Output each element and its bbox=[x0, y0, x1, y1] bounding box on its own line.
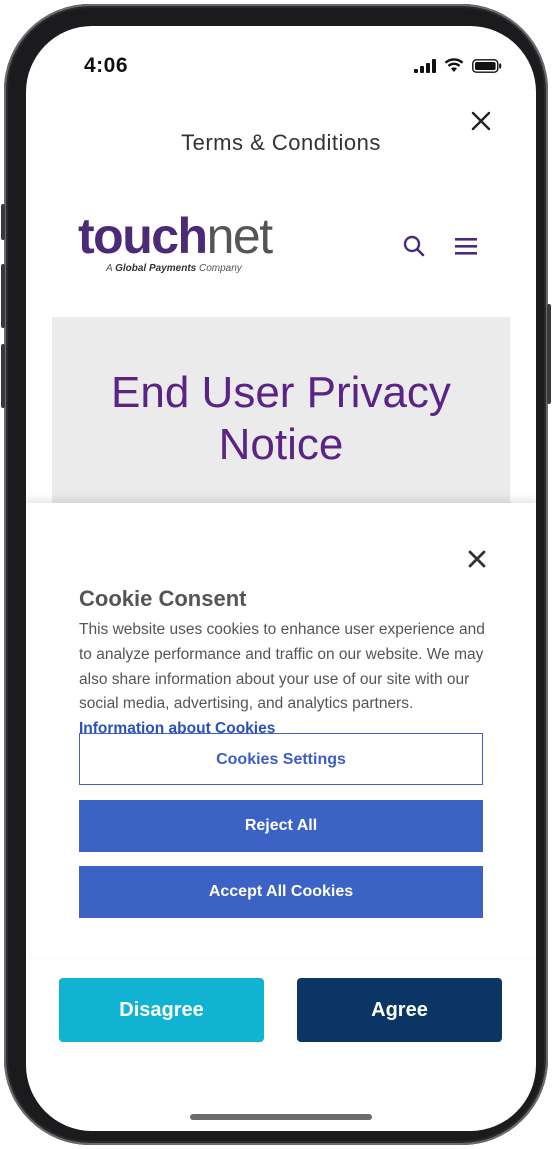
volume-button bbox=[1, 344, 5, 408]
home-indicator[interactable] bbox=[190, 1114, 372, 1120]
logo-tagline: A Global Payments Company bbox=[106, 263, 272, 274]
disagree-button[interactable]: Disagree bbox=[59, 978, 264, 1042]
screen: 4:06 Terms & Conditions touchnet A Globa… bbox=[26, 26, 536, 1131]
close-icon[interactable] bbox=[466, 548, 488, 570]
signal-icon bbox=[414, 58, 436, 73]
volume-button bbox=[1, 264, 5, 328]
hero-title-line: Notice bbox=[218, 420, 344, 469]
logo-tagline-prefix: A bbox=[106, 263, 116, 274]
reject-all-button[interactable]: Reject All bbox=[79, 800, 483, 852]
cookie-title: Cookie Consent bbox=[79, 586, 247, 611]
cookies-settings-button[interactable]: Cookies Settings bbox=[79, 733, 483, 785]
cookie-description: This website uses cookies to enhance use… bbox=[79, 618, 489, 742]
status-icons bbox=[414, 58, 502, 73]
accept-all-cookies-button[interactable]: Accept All Cookies bbox=[79, 866, 483, 918]
logo-accent: net bbox=[206, 208, 274, 264]
hero-title-line: End User Privacy bbox=[111, 368, 451, 417]
hero-banner: End User Privacy Notice bbox=[52, 317, 510, 503]
agree-button[interactable]: Agree bbox=[297, 978, 502, 1042]
logo-tagline-suffix: Company bbox=[196, 263, 242, 274]
search-icon[interactable] bbox=[402, 234, 426, 258]
cookie-consent-banner: Cookie Consent This website uses cookies… bbox=[26, 503, 536, 957]
phone-frame: 4:06 Terms & Conditions touchnet A Globa… bbox=[1, 4, 551, 1145]
logo-wordmark: touchnet bbox=[78, 208, 274, 264]
power-button bbox=[547, 304, 551, 404]
battery-icon bbox=[472, 58, 502, 73]
logo-main: touch bbox=[78, 208, 208, 264]
touchnet-logo[interactable]: touchnet A Global Payments Company bbox=[78, 208, 274, 274]
cookie-body: This website uses cookies to enhance use… bbox=[79, 621, 485, 713]
hero-title: End User Privacy Notice bbox=[52, 367, 510, 471]
menu-icon[interactable] bbox=[454, 236, 478, 256]
status-time: 4:06 bbox=[84, 54, 129, 77]
volume-button bbox=[1, 204, 5, 240]
page-title: Terms & Conditions bbox=[181, 130, 381, 155]
logo-tagline-brand: Global Payments bbox=[115, 263, 197, 274]
wifi-icon bbox=[444, 58, 464, 72]
